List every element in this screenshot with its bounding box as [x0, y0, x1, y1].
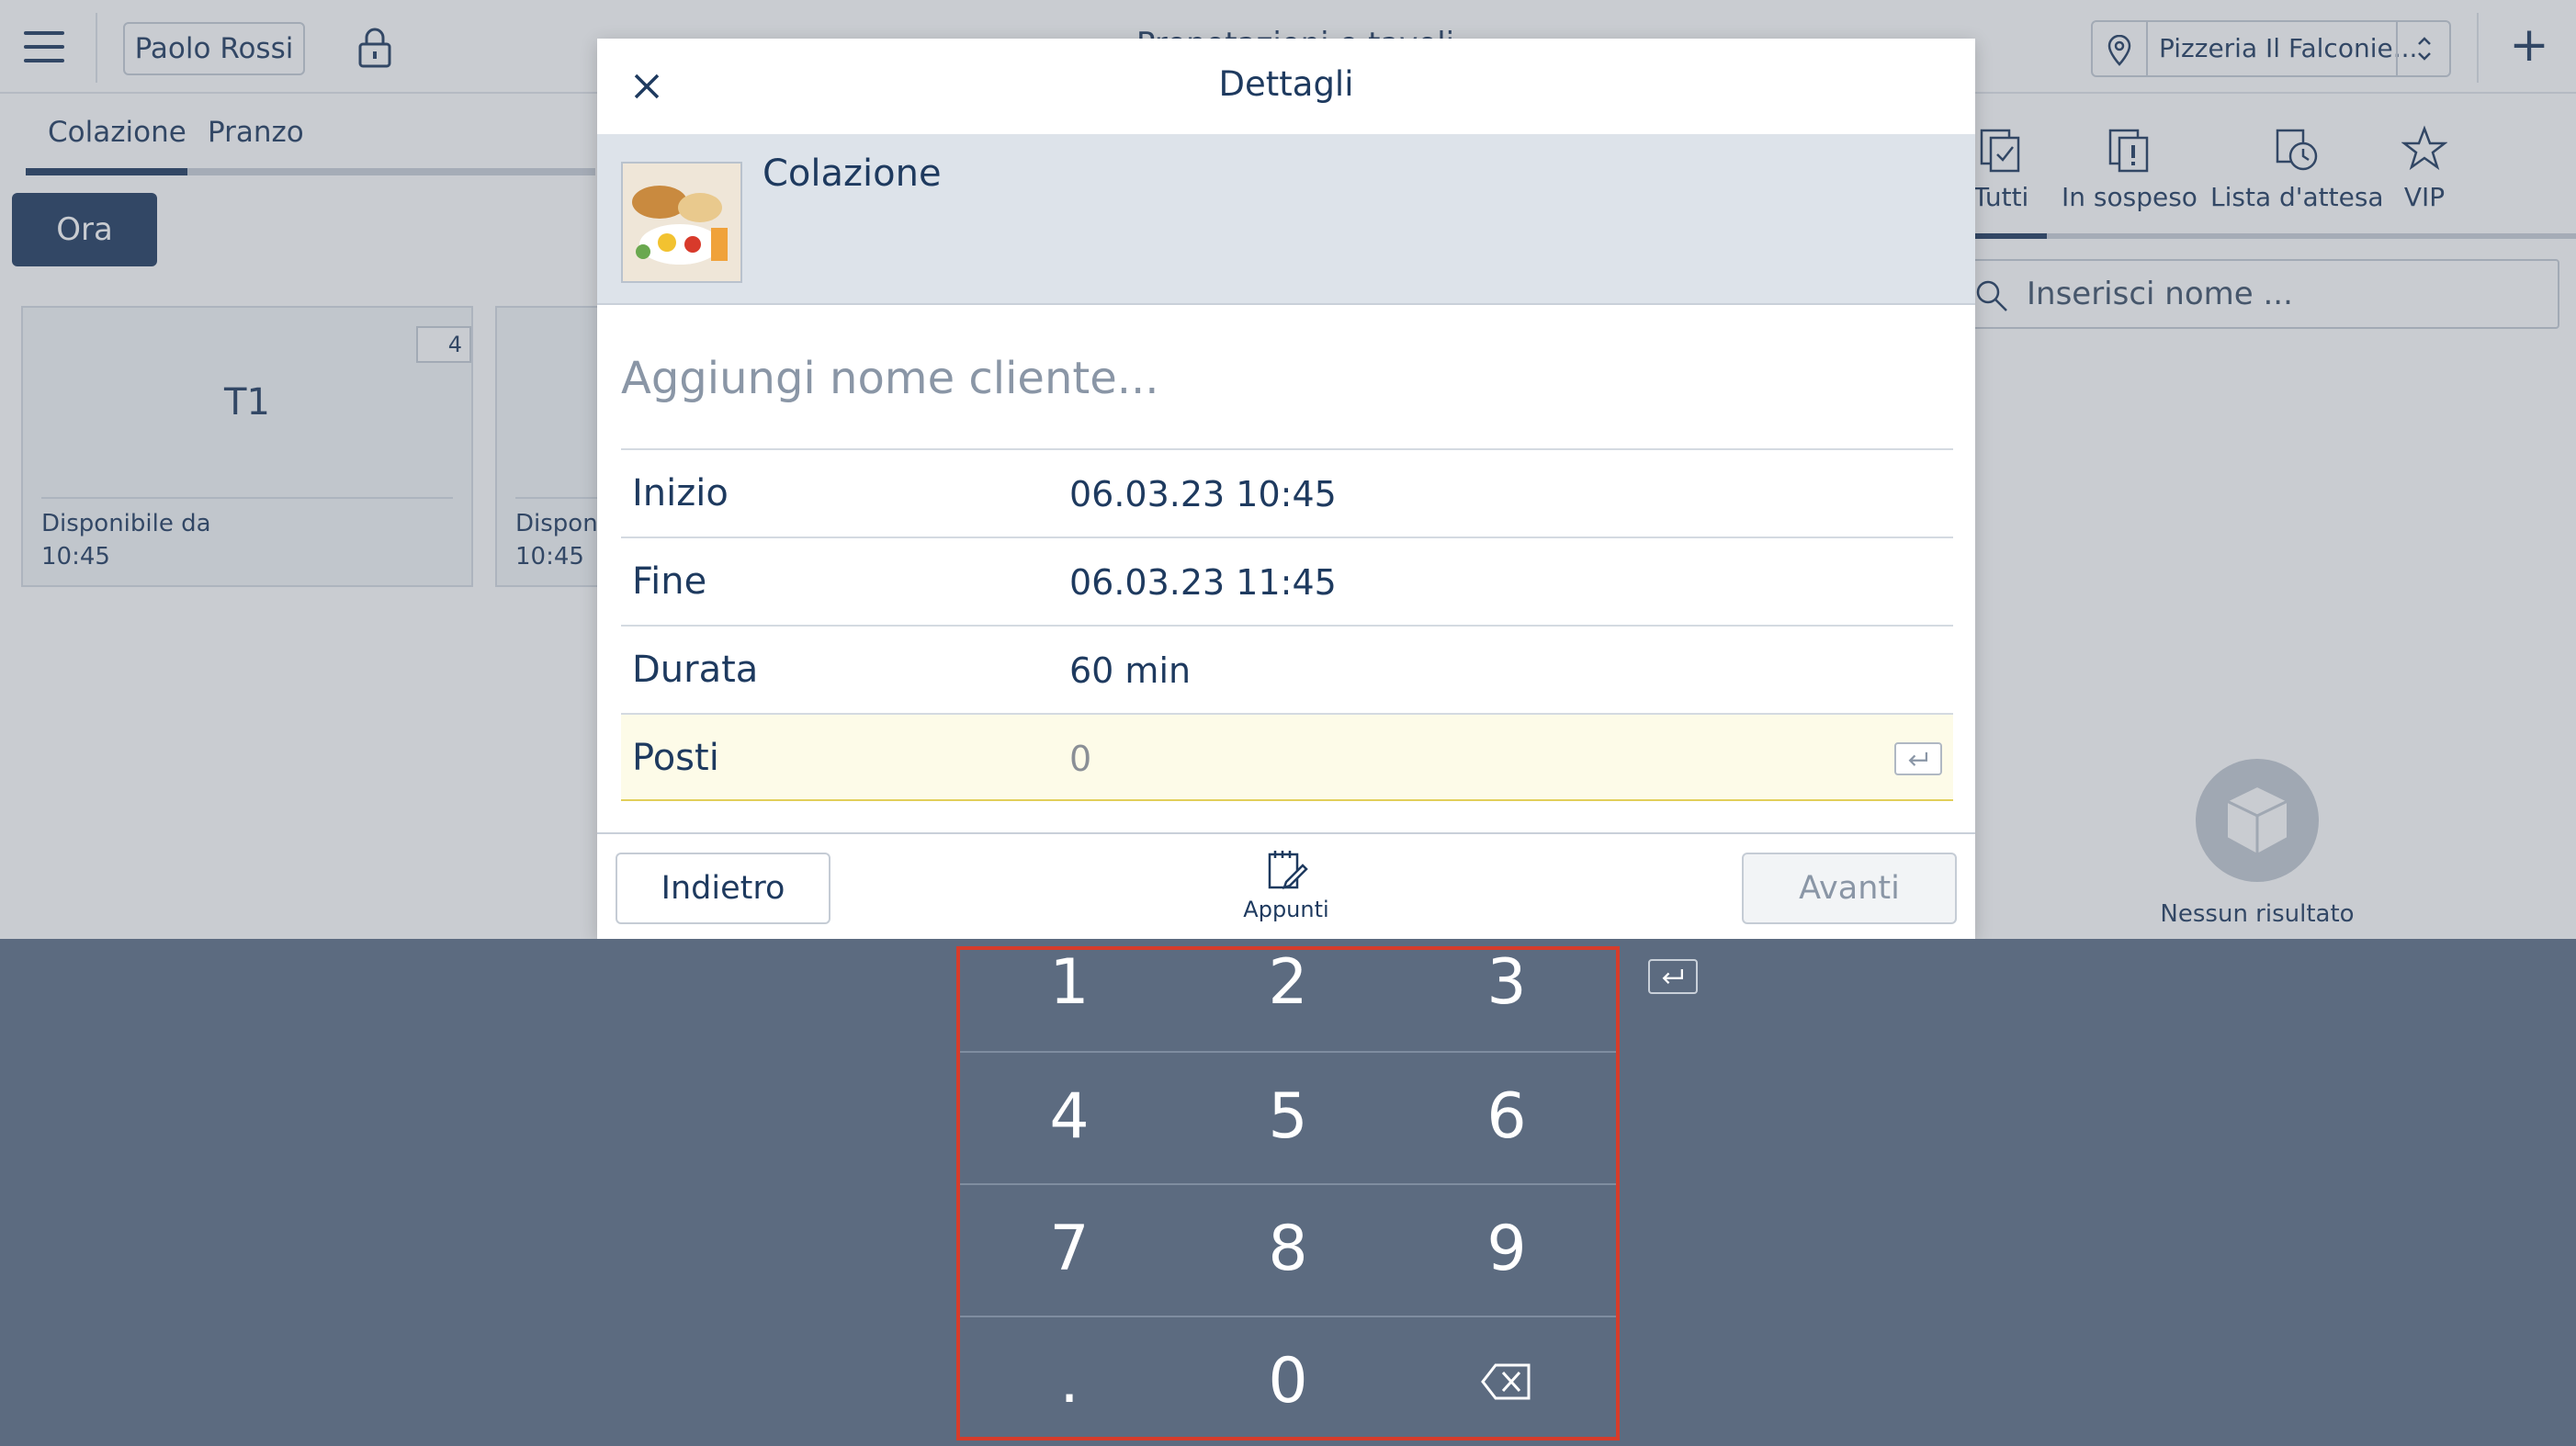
key-5[interactable]: 5: [1179, 1051, 1397, 1182]
back-button[interactable]: Indietro: [616, 853, 830, 924]
details-dialog: Dettagli Colazione Inizio 06.03.23 10:45…: [597, 39, 1975, 939]
duration-row[interactable]: Durata 60 min: [621, 625, 1953, 713]
backspace-icon: [1481, 1363, 1531, 1399]
dialog-title: Dettagli: [1218, 64, 1354, 104]
key-4[interactable]: 4: [960, 1051, 1179, 1182]
end-label: Fine: [632, 560, 707, 603]
numeric-keypad: 1 2 3 4 5 6 7 8 9 . 0: [956, 946, 1620, 1440]
key-8[interactable]: 8: [1179, 1183, 1397, 1315]
meal-banner: Colazione: [597, 134, 1975, 305]
backspace-key[interactable]: [1397, 1316, 1616, 1446]
dialog-header: Dettagli: [597, 39, 1975, 134]
duration-label: Durata: [632, 649, 759, 691]
end-row[interactable]: Fine 06.03.23 11:45: [621, 537, 1953, 625]
key-decimal[interactable]: .: [960, 1316, 1179, 1446]
customer-name-input[interactable]: [621, 342, 1935, 415]
start-value[interactable]: 06.03.23 10:45: [1069, 474, 1337, 514]
key-6[interactable]: 6: [1397, 1051, 1616, 1182]
end-value[interactable]: 06.03.23 11:45: [1069, 562, 1337, 603]
enter-key-icon[interactable]: [1894, 742, 1942, 775]
next-button[interactable]: Avanti: [1742, 853, 1957, 924]
enter-key-icon[interactable]: [1648, 959, 1698, 994]
key-0[interactable]: 0: [1179, 1316, 1397, 1446]
breakfast-image: [621, 162, 742, 283]
key-2[interactable]: 2: [1179, 917, 1397, 1048]
seats-label: Posti: [632, 737, 719, 779]
duration-value[interactable]: 60 min: [1069, 650, 1191, 691]
meal-title: Colazione: [763, 153, 942, 195]
start-row[interactable]: Inizio 06.03.23 10:45: [621, 448, 1953, 537]
key-7[interactable]: 7: [960, 1183, 1179, 1315]
key-3[interactable]: 3: [1397, 917, 1616, 1048]
notes-button[interactable]: Appunti: [1231, 849, 1341, 922]
key-1[interactable]: 1: [960, 917, 1179, 1048]
seats-row[interactable]: Posti 0: [621, 713, 1953, 801]
seats-input[interactable]: 0: [1069, 739, 1091, 779]
notepad-pencil-icon: [1268, 851, 1308, 889]
key-9[interactable]: 9: [1397, 1183, 1616, 1315]
start-label: Inizio: [632, 472, 729, 514]
